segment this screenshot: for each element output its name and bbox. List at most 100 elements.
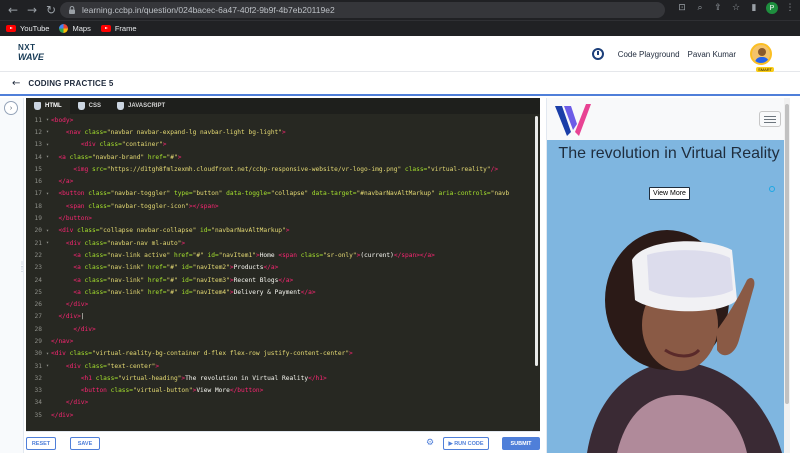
code-line[interactable]: 27 </div> |	[26, 311, 540, 323]
nxtwave-logo[interactable]: NXT WAVE	[18, 43, 58, 67]
reload-icon[interactable]: ↻	[43, 2, 59, 18]
code-line[interactable]: 33 <button class= "virtual-button" > View M…	[26, 385, 540, 397]
bookmark-label: Maps	[72, 24, 91, 33]
code-line[interactable]: 34 </div>	[26, 397, 540, 409]
code-line[interactable]: 24 <a class= "nav-link" href= "#" id= "navI…	[26, 274, 540, 286]
user-name[interactable]: Pavan Kumar	[688, 50, 736, 59]
code-token: class=	[77, 227, 100, 235]
code-token: </button>	[58, 215, 92, 223]
line-number: 13	[34, 141, 42, 149]
bookmarks-bar: YouTube Maps Frame	[0, 20, 800, 36]
code-line[interactable]: 17 ▾ <button class= "navbar-toggler" type=…	[26, 188, 540, 200]
code-token: >	[162, 141, 167, 149]
code-token: |	[80, 313, 85, 321]
side-panel-icon[interactable]: ▮	[748, 2, 760, 14]
timer-icon[interactable]	[591, 48, 604, 60]
code-line[interactable]: 18 <span class= "navbar-toggler-icon" ></s…	[26, 200, 540, 212]
address-bar[interactable]: learning.ccbp.in/question/024bacec-6a47-…	[60, 2, 665, 18]
tab-css[interactable]: CSS	[70, 98, 109, 114]
more-menu-icon[interactable]: ⋮	[784, 2, 796, 14]
line-number: 28	[34, 325, 42, 333]
code-line[interactable]: 32 <h1 class= "virtual-heading" > The revol…	[26, 372, 540, 384]
code-line[interactable]: 11 ▾ <body>	[26, 114, 540, 126]
code-token: </div>	[65, 301, 89, 309]
avatar[interactable]	[750, 43, 772, 65]
zoom-icon[interactable]: ⌕	[694, 2, 706, 14]
code-token: class=	[404, 165, 428, 173]
virtual-heading: The revolution in Virtual Reality	[558, 145, 780, 162]
code-lines[interactable]: 11 ▾ <body> 12 ▾ <nav class= "navbar navbar-e…	[26, 114, 540, 421]
code-token: "navb	[490, 190, 510, 198]
back-arrow-icon[interactable]: ←	[5, 2, 21, 18]
submit-button[interactable]: SUBMIT	[502, 437, 540, 450]
reset-button[interactable]: RESET	[26, 437, 56, 450]
code-token: "button"	[192, 190, 227, 198]
code-token: View More	[196, 387, 230, 395]
view-more-button[interactable]: View More	[649, 187, 690, 200]
code-line[interactable]: 21 ▾ <div class= "navbar-nav ml-auto" >	[26, 237, 540, 249]
code-token: </button>	[229, 387, 264, 395]
code-line[interactable]: 15 <img src= "https://d1tgh8fmlzexmh.clou…	[26, 163, 540, 175]
preview-scrollbar[interactable]	[784, 98, 790, 453]
forward-arrow-icon[interactable]: →	[24, 2, 40, 18]
code-token: Delivery & Payment	[233, 288, 301, 296]
tab-javascript[interactable]: JAVASCRIPT	[109, 98, 173, 114]
code-token: class=	[69, 153, 92, 161]
bookmark-maps[interactable]: Maps	[59, 24, 91, 33]
code-line[interactable]: 14 ▾ <a class= "navbar-brand" href= "#" >	[26, 151, 540, 163]
expand-panel-icon[interactable]: ›	[4, 101, 18, 115]
left-rail: › ⋮ ⋮	[0, 98, 25, 453]
code-line[interactable]: 28 </div>	[26, 323, 540, 335]
bookmark-youtube[interactable]: YouTube	[6, 24, 49, 33]
line-number: 21	[34, 239, 42, 247]
install-app-icon[interactable]: ⊡	[676, 2, 688, 14]
code-line[interactable]: 13 ▾ <div class= "container" >	[26, 139, 540, 151]
editor-action-bar: RESET SAVE ⚙ ▶ RUN CODE SUBMIT	[26, 431, 540, 453]
line-number: 20	[34, 227, 42, 235]
back-icon[interactable]: ←	[12, 78, 20, 89]
share-icon[interactable]: ⇪	[712, 2, 724, 14]
code-line[interactable]: 35 </div>	[26, 409, 540, 421]
code-line[interactable]: 26 </div>	[26, 298, 540, 310]
code-token: "nav-link"	[106, 264, 148, 272]
code-token: "#"	[166, 153, 178, 161]
tab-label: CSS	[88, 103, 102, 109]
code-line[interactable]: 19 </button>	[26, 212, 540, 224]
code-line[interactable]: 31 ▾ <div class= "text-center" >	[26, 360, 540, 372]
code-line[interactable]: 20 ▾ <div class= "collapse navbar-collapse…	[26, 225, 540, 237]
line-number: 24	[34, 276, 42, 284]
code-editor[interactable]: HTML CSS JAVASCRIPT 11 ▾ <body> 12 ▾ <nav cl…	[26, 98, 540, 431]
run-code-button[interactable]: ▶ RUN CODE	[443, 437, 489, 450]
code-token: <a	[73, 264, 85, 272]
resize-handle[interactable]: ⋮ ⋮	[19, 262, 25, 273]
code-line[interactable]: 22 <a class= "nav-link active" href= "#" i…	[26, 249, 540, 261]
code-token: class=	[300, 251, 324, 259]
settings-gear-icon[interactable]: ⚙	[426, 438, 436, 448]
code-line[interactable]: 12 ▾ <nav class= "navbar navbar-expand-lg …	[26, 126, 540, 138]
code-token: class=	[84, 362, 107, 370]
tab-html[interactable]: HTML	[26, 98, 70, 114]
code-token: "https://d1tgh8fmlzexmh.cloudfront.net/c…	[106, 165, 405, 173]
code-line[interactable]: 16 </a>	[26, 175, 540, 187]
vr-logo-icon[interactable]	[553, 102, 593, 138]
code-token: >	[155, 362, 160, 370]
code-token: "navItem1"	[218, 251, 256, 259]
bookmark-frame[interactable]: Frame	[100, 24, 137, 33]
bookmark-star-icon[interactable]: ☆	[730, 2, 742, 14]
preview-scroll-thumb[interactable]	[785, 104, 789, 404]
code-line[interactable]: 30 ▾ <div class= "virtual-reality-bg-contai…	[26, 348, 540, 360]
save-button[interactable]: SAVE	[70, 437, 100, 450]
code-line[interactable]: 29 </nav>	[26, 335, 540, 347]
code-token: "navbar-nav ml-auto"	[106, 239, 182, 247]
profile-avatar[interactable]: P	[766, 2, 778, 14]
editor-scrollbar[interactable]	[535, 116, 538, 366]
navbar-toggler-icon[interactable]	[759, 111, 781, 127]
code-token: "navbar-toggler-icon"	[110, 202, 189, 210]
code-line[interactable]: 23 <a class= "nav-link" href= "#" id= "navI…	[26, 262, 540, 274]
code-playground-link[interactable]: Code Playground	[618, 50, 680, 59]
code-token: <a	[73, 276, 85, 284]
code-line[interactable]: 25 <a class= "nav-link" href= "#" id= "navI…	[26, 286, 540, 298]
code-token: "text-center"	[106, 362, 156, 370]
